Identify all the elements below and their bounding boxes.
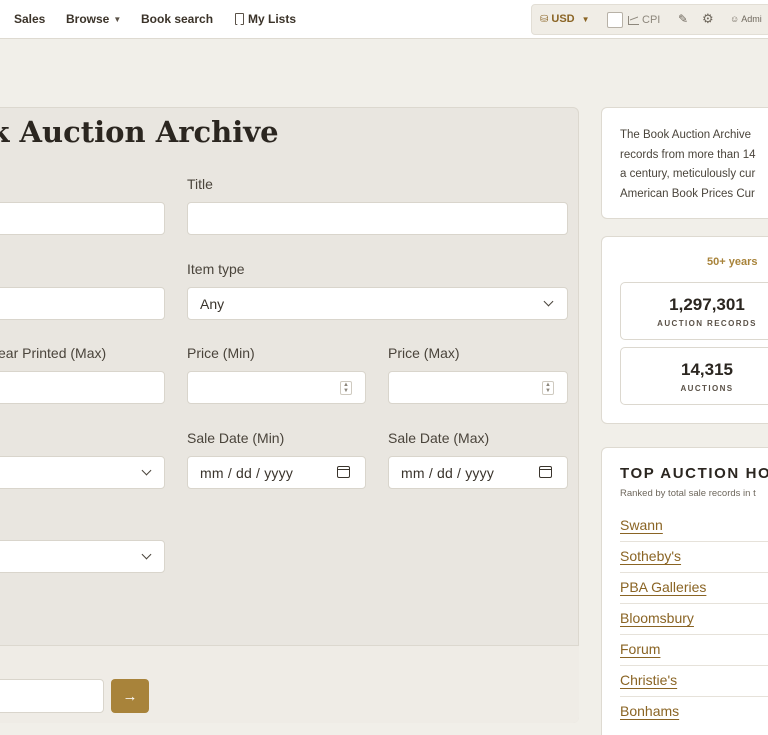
divider [620, 572, 768, 573]
auctions-stat: 14,315 AUCTIONS [620, 347, 768, 405]
spinner-icon[interactable]: ▲ ▼ [542, 381, 554, 395]
page-title: ok Auction Archive [0, 115, 279, 149]
chevron-down-icon [543, 296, 554, 307]
about-line: American Book Prices Cur [620, 187, 755, 200]
auction-house-link-bloomsbury[interactable]: Bloomsbury [620, 610, 694, 626]
top-auction-houses-subtitle: Ranked by total sale records in t [620, 488, 756, 499]
price-max-label: Price (Max) [388, 345, 460, 361]
title-input[interactable] [187, 202, 568, 235]
divider [620, 665, 768, 666]
caret-down-icon: ▼ [581, 14, 590, 24]
cpi-toggle[interactable]: CPI [628, 14, 660, 26]
author-input[interactable] [0, 202, 165, 235]
sale-date-max-placeholder: mm / dd / yyyy [401, 465, 495, 481]
about-line: records from more than 14 [620, 148, 756, 161]
nav-sales-link[interactable]: Sales [14, 12, 45, 26]
nav-browse-menu[interactable]: Browse ▼ [66, 12, 121, 26]
coins-icon: ⛁ [540, 13, 549, 25]
cpi-checkbox[interactable] [607, 12, 623, 28]
auction-house-link-bonhams[interactable]: Bonhams [620, 703, 679, 719]
nav-browse-label: Browse [66, 12, 110, 26]
divider [620, 603, 768, 604]
auction-house-link-pba-galleries[interactable]: PBA Galleries [620, 579, 706, 595]
currency-label: USD [551, 13, 575, 25]
price-min-input[interactable]: ▲ ▼ [187, 371, 366, 404]
divider [620, 696, 768, 697]
admin-menu[interactable]: ☺ Admi [730, 14, 762, 24]
auction-records-stat: 1,297,301 AUCTION RECORDS [620, 282, 768, 340]
top-navigation: Sales Browse ▼ Book search My Lists ⛁ US… [0, 0, 768, 39]
sale-select[interactable] [0, 456, 165, 489]
nav-my-lists-label: My Lists [248, 12, 297, 26]
sale-date-max-input[interactable]: mm / dd / yyyy [388, 456, 568, 489]
auction-house-link-sothebys[interactable]: Sotheby's [620, 548, 681, 564]
pencil-icon[interactable]: ✎ [678, 12, 688, 26]
calendar-icon[interactable] [539, 466, 552, 478]
nav-tools-group: ⛁ USD ▼ CPI ✎ ⚙ ☺ Admi [531, 4, 768, 35]
nav-book-search-label: Book search [141, 12, 214, 26]
about-line: The Book Auction Archive [620, 129, 752, 141]
arrow-right-icon: → [122, 687, 138, 705]
nav-book-search-link[interactable]: Book search [141, 12, 213, 26]
sale-date-min-placeholder: mm / dd / yyyy [200, 465, 294, 481]
sort-select[interactable] [0, 540, 165, 573]
auction-records-value: 1,297,301 [669, 295, 745, 314]
item-type-label: Item type [187, 261, 245, 277]
years-label: 50+ years [707, 256, 758, 268]
sale-date-min-label: Sale Date (Min) [187, 430, 285, 446]
caret-down-icon: ▼ [113, 14, 122, 24]
auction-records-label: AUCTION RECORDS [657, 319, 757, 328]
about-text: The Book Auction Archive records from mo… [620, 126, 768, 204]
auctions-label: AUCTIONS [680, 384, 734, 393]
auctions-value: 14,315 [681, 360, 733, 379]
calendar-icon[interactable] [337, 466, 350, 478]
quick-search-input[interactable] [0, 679, 104, 713]
spinner-icon[interactable]: ▲ ▼ [340, 381, 352, 395]
nav-my-lists-link[interactable]: My Lists [235, 12, 296, 26]
bookmark-icon [235, 13, 244, 25]
about-line: a century, meticulously cur [620, 168, 756, 180]
sale-date-min-input[interactable]: mm / dd / yyyy [187, 456, 366, 489]
year-printed-max-label: ear Printed (Max) [0, 345, 107, 361]
item-type-select[interactable]: Any [187, 287, 568, 320]
top-auction-houses-title: TOP AUCTION HO [620, 465, 768, 482]
gear-icon[interactable]: ⚙ [702, 11, 714, 27]
chevron-down-icon [141, 465, 152, 476]
item-type-value: Any [200, 296, 225, 312]
divider [620, 634, 768, 635]
search-panel [0, 107, 579, 723]
sale-date-max-label: Sale Date (Max) [388, 430, 490, 446]
year-printed-max-input[interactable] [0, 371, 165, 404]
chevron-down-icon [141, 549, 152, 560]
divider [620, 541, 768, 542]
publisher-input[interactable] [0, 287, 165, 320]
submit-search-button[interactable]: → [111, 679, 149, 713]
currency-selector[interactable]: ⛁ USD ▼ [540, 13, 590, 25]
cpi-label: CPI [642, 14, 661, 26]
auction-house-link-swann[interactable]: Swann [620, 517, 663, 533]
user-icon: ☺ [730, 14, 740, 24]
price-min-label: Price (Min) [187, 345, 255, 361]
auction-house-link-forum[interactable]: Forum [620, 641, 660, 657]
chart-icon [628, 15, 639, 25]
auction-house-link-christies[interactable]: Christie's [620, 672, 677, 688]
admin-label: Admi [741, 14, 762, 24]
price-max-input[interactable]: ▲ ▼ [388, 371, 568, 404]
title-label: Title [187, 176, 213, 192]
nav-sales-label: Sales [14, 12, 46, 26]
